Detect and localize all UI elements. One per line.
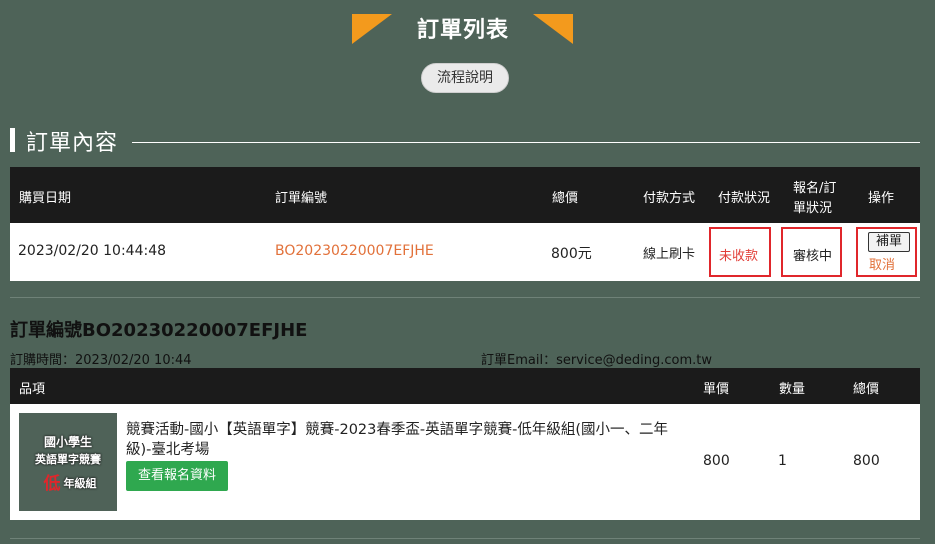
section-rule: [132, 142, 920, 143]
item-subtotal: 800: [853, 453, 880, 469]
col-payment-status: 付款狀況: [718, 191, 771, 206]
payment-method: 線上刷卡: [643, 247, 696, 262]
items-table: 品項 單價 數量 總價 國小學生 英語單字競賽 低 年級組 競賽活動-國小【英語…: [10, 368, 920, 520]
section-heading: 訂單內容: [10, 124, 920, 156]
item-row: 國小學生 英語單字競賽 低 年級組 競賽活動-國小【英語單字】競賽-2023春季…: [10, 404, 920, 520]
order-status: 審核中: [793, 249, 833, 264]
col-purchase-date: 購買日期: [19, 191, 72, 206]
right-triangle-decoration: [533, 14, 573, 44]
col-quantity: 數量: [779, 382, 806, 397]
items-table-header: 品項 單價 數量 總價: [10, 368, 920, 404]
col-subtotal: 總價: [853, 382, 880, 397]
col-order-status-line1: 報名/訂: [793, 181, 837, 196]
item-unit-price: 800: [703, 453, 730, 469]
col-total: 總價: [552, 191, 579, 206]
col-actions: 操作: [868, 191, 895, 206]
col-unit-price: 單價: [703, 382, 730, 397]
flow-description-button[interactable]: 流程說明: [421, 63, 509, 93]
item-name: 競賽活動-國小【英語單字】競賽-2023春季盃-英語單字競賽-低年級組(國小一、…: [126, 422, 668, 458]
payment-status: 未收款: [719, 249, 759, 264]
page-title: 訂單列表: [416, 18, 509, 43]
order-row: 2023/02/20 10:44:48 BO20230220007EFJHE 8…: [10, 223, 920, 281]
order-total: 800元: [551, 246, 592, 262]
order-time: 訂購時間：2023/02/20 10:44: [10, 353, 192, 368]
order-detail-title: 訂單編號BO20230220007EFJHE: [10, 320, 308, 341]
order-email: 訂單Email：service@deding.com.tw: [481, 353, 712, 368]
section-divider: [10, 297, 920, 298]
view-registration-button[interactable]: 查看報名資料: [126, 461, 228, 491]
col-order-number: 訂單編號: [275, 191, 328, 206]
payment-status-highlight: 未收款: [709, 227, 771, 277]
purchase-date: 2023/02/20 10:44:48: [18, 243, 167, 259]
page-header: 訂單列表: [0, 0, 935, 60]
order-number-link[interactable]: BO20230220007EFJHE: [275, 243, 434, 259]
thumb-line-1: 國小學生: [43, 435, 92, 449]
section-bar-marker: [10, 128, 15, 152]
col-payment-method: 付款方式: [643, 191, 696, 206]
item-thumbnail: 國小學生 英語單字競賽 低 年級組: [19, 413, 117, 511]
col-order-status-line2: 單狀況: [793, 201, 833, 216]
item-quantity: 1: [778, 453, 787, 469]
thumb-line-4: 年級組: [63, 477, 97, 490]
cancel-order-link[interactable]: 取消: [869, 254, 895, 273]
thumbnail-badge: 國小學生 英語單字競賽 低 年級組: [27, 427, 109, 497]
actions-highlight: 補單 取消: [856, 227, 917, 277]
order-table-header: 購買日期 訂單編號 總價 付款方式 付款狀況 報名/訂 單狀況 操作: [10, 167, 920, 223]
section-title: 訂單內容: [26, 131, 119, 156]
supplement-order-button[interactable]: 補單: [868, 232, 911, 252]
order-status-highlight: 審核中: [781, 227, 842, 277]
order-table: 購買日期 訂單編號 總價 付款方式 付款狀況 報名/訂 單狀況 操作 2023/…: [10, 167, 920, 281]
bottom-divider: [10, 538, 920, 539]
thumb-line-2: 英語單字競賽: [35, 453, 101, 466]
col-item: 品項: [19, 382, 46, 397]
left-triangle-decoration: [352, 14, 392, 44]
